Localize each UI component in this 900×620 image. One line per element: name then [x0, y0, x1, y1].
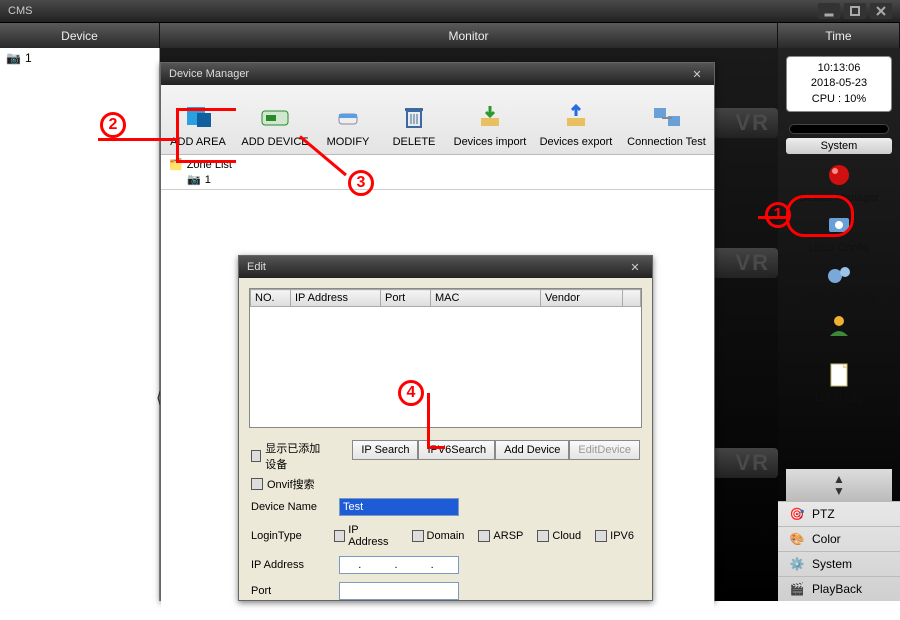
port-input[interactable]: [339, 582, 459, 600]
login-type-cloud[interactable]: Cloud: [537, 530, 581, 542]
port-label: Port: [251, 585, 331, 597]
tab-monitor[interactable]: Monitor: [160, 23, 778, 48]
tree-root-item[interactable]: 📷 1: [0, 48, 159, 68]
bottom-list: 🎯PTZ 🎨Color ⚙️System 🎬PlayBack: [778, 501, 900, 601]
trash-icon: [387, 100, 441, 134]
checkbox-show-added[interactable]: [251, 450, 261, 462]
playback-icon: 🎬: [788, 580, 806, 598]
connection-icon: [625, 100, 708, 134]
add-device-button[interactable]: ADD DEVICE: [235, 96, 315, 154]
tab-device[interactable]: Device: [0, 23, 160, 48]
login-type-ip[interactable]: IP Address: [334, 524, 398, 548]
col-blank: [623, 290, 641, 307]
edit-close-button[interactable]: ✕: [626, 259, 644, 275]
col-ip[interactable]: IP Address: [291, 290, 381, 307]
bottom-item-playback[interactable]: 🎬PlayBack: [778, 576, 900, 601]
dialog-title: Device Manager: [169, 68, 249, 80]
scroll-arrows[interactable]: ▲ ▼: [786, 469, 892, 501]
col-mac[interactable]: MAC: [431, 290, 541, 307]
sidebar-item-account[interactable]: Account: [786, 308, 892, 356]
import-icon: [453, 100, 527, 134]
devices-export-button[interactable]: Devices export: [533, 96, 619, 154]
dialog-titlebar[interactable]: Device Manager ✕: [161, 63, 714, 85]
annotation-3: 3: [348, 170, 374, 196]
login-type-arsp[interactable]: ARSP: [478, 530, 523, 542]
separator: [789, 124, 889, 134]
top-tabs: Device Monitor Time: [0, 22, 900, 48]
connection-test-button[interactable]: Connection Test: [619, 96, 714, 154]
clock-time: 10:13:06: [789, 61, 889, 76]
login-type-ipv6[interactable]: IPV6: [595, 530, 634, 542]
chevron-down-icon: ▼: [833, 485, 845, 497]
close-button[interactable]: [870, 3, 892, 19]
clock-cpu: CPU : 10%: [789, 92, 889, 107]
zone-list-item[interactable]: 📷1: [169, 172, 706, 187]
app-titlebar: CMS: [0, 0, 900, 22]
system-icon: ⚙️: [788, 555, 806, 573]
device-icon: 📷: [187, 173, 201, 186]
bottom-item-ptz[interactable]: 🎯PTZ: [778, 501, 900, 526]
ip-address-label: IP Address: [251, 559, 331, 571]
col-no[interactable]: NO.: [251, 290, 291, 307]
devices-import-button[interactable]: Devices import: [447, 96, 533, 154]
zone-list-root[interactable]: 🗂️Zone List: [169, 157, 706, 172]
add-device-button-small[interactable]: Add Device: [495, 440, 569, 460]
annotation-2: 2: [100, 112, 126, 138]
edit-device-button: EditDevice: [569, 440, 640, 460]
zone-list: 🗂️Zone List 📷1: [161, 155, 714, 190]
red-ball-icon: [823, 160, 855, 190]
account-icon: [823, 310, 855, 340]
dialog-close-button[interactable]: ✕: [688, 66, 706, 82]
annotation-1: 1: [765, 202, 791, 228]
clock-box: 10:13:06 2018-05-23 CPU : 10%: [786, 56, 892, 112]
color-icon: 🎨: [788, 530, 806, 548]
minimize-button[interactable]: [818, 3, 840, 19]
login-type-label: LoginType: [251, 530, 326, 542]
ptz-icon: 🎯: [788, 505, 806, 523]
delete-button[interactable]: DELETE: [381, 96, 447, 154]
login-type-domain[interactable]: Domain: [412, 530, 465, 542]
remote-icon: [823, 260, 855, 290]
bottom-item-system[interactable]: ⚙️System: [778, 551, 900, 576]
app-title: CMS: [8, 5, 32, 17]
sidebar-item-remote-config[interactable]: Remote Config: [786, 258, 892, 306]
col-port[interactable]: Port: [381, 290, 431, 307]
edit-titlebar[interactable]: Edit ✕: [239, 256, 652, 278]
checkbox-onvif[interactable]: [251, 478, 263, 490]
add-device-icon: [241, 100, 309, 134]
edit-dialog: Edit ✕ NO. IP Address Port MAC Vendor 显示…: [238, 255, 653, 601]
search-results-table[interactable]: NO. IP Address Port MAC Vendor: [249, 288, 642, 428]
ip-search-button[interactable]: IP Search: [352, 440, 418, 460]
device-tree-panel: 📷 1 ⟨: [0, 48, 160, 601]
system-section-label: System: [786, 138, 892, 154]
device-icon: 📷: [6, 51, 21, 65]
clock-date: 2018-05-23: [789, 76, 889, 91]
device-name-input[interactable]: [339, 498, 459, 516]
sidebar-item-local-log[interactable]: Local Log: [786, 358, 892, 406]
right-sidebar: 10:13:06 2018-05-23 CPU : 10% System Dev…: [778, 48, 900, 601]
device-manager-toolbar: ADD AREA ADD DEVICE MODIFY DELETE Device…: [161, 85, 714, 155]
add-area-button[interactable]: ADD AREA: [161, 96, 235, 154]
document-icon: [823, 360, 855, 390]
eraser-icon: [321, 100, 375, 134]
tab-time[interactable]: Time: [778, 23, 900, 48]
device-name-label: Device Name: [251, 501, 331, 513]
ip-address-input[interactable]: [339, 556, 459, 574]
annotation-4: 4: [398, 380, 424, 406]
col-vendor[interactable]: Vendor: [541, 290, 623, 307]
maximize-button[interactable]: [844, 3, 866, 19]
annotation-1-ring: [786, 195, 854, 237]
export-icon: [539, 100, 613, 134]
bottom-item-color[interactable]: 🎨Color: [778, 526, 900, 551]
edit-title: Edit: [247, 261, 266, 273]
modify-button[interactable]: MODIFY: [315, 96, 381, 154]
